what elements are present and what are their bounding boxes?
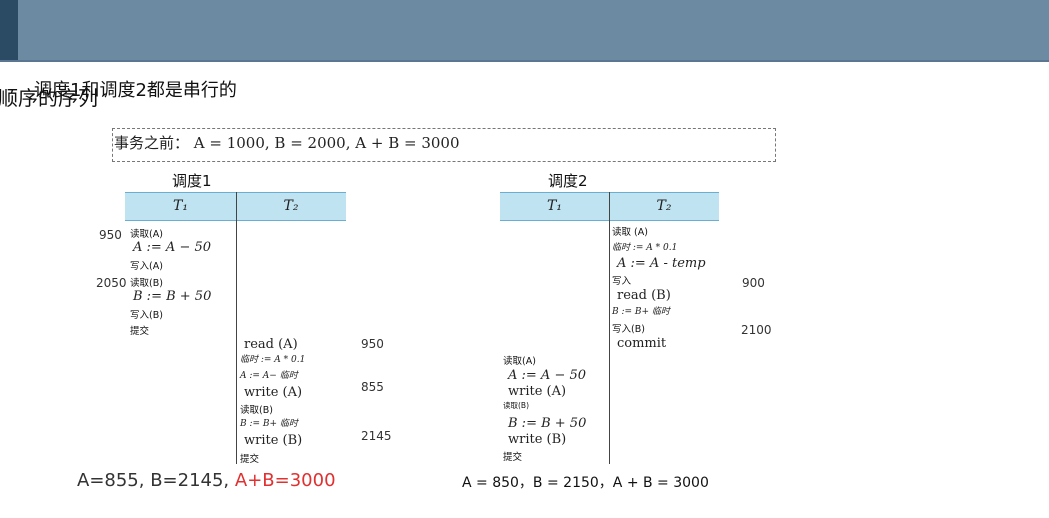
s2-t2-op: read (B) [617, 288, 671, 303]
header-accent-block [0, 0, 18, 60]
s2-t1-op: 读取(A) [503, 356, 536, 367]
schedule1-result: A=855, B=2145, A+B=3000 [77, 470, 336, 491]
schedule2-label: 调度2 [548, 172, 588, 190]
s1-t1-value: 2050 [96, 276, 127, 290]
s2-t2-op: 读取 (A) [612, 227, 648, 238]
s1-t2-op: read (A) [244, 337, 298, 352]
s1-t2-value: 2145 [361, 429, 392, 443]
s2-t2-op: 临时 := A * 0.1 [612, 243, 678, 253]
s1-t1-op: 提交 [130, 326, 150, 337]
before-transaction-text: 事务之前： A = 1000, B = 2000, A + B = 3000 [114, 134, 460, 152]
s2-t1-op: write (B) [508, 432, 567, 447]
s1-t2-value: 855 [361, 380, 384, 394]
s2-t2-op: A := A - temp [617, 256, 706, 271]
s1-t1-op: A := A − 50 [133, 240, 212, 255]
s1-t1-op: 写入(B) [130, 310, 163, 321]
s1-t1-op: 读取(B) [130, 278, 163, 289]
schedule2-column-divider [609, 192, 610, 464]
s1-t2-op: 临时 := A * 0.1 [240, 355, 306, 365]
schedule1-header-t1: T₁ [173, 198, 188, 214]
s2-t1-op: 读取(B) [503, 401, 529, 410]
s2-t2-op: 写入(B) [612, 324, 645, 335]
schedule1-result-sum: A+B=3000 [234, 470, 336, 491]
s1-t2-op: A := A− 临时 [240, 371, 298, 381]
s1-t2-op: write (B) [244, 433, 303, 448]
s1-t2-op: B := B+ 临时 [240, 419, 298, 429]
s2-t1-op: A := A − 50 [508, 368, 587, 383]
header-divider [0, 60, 1049, 62]
schedule1-column-divider [236, 192, 237, 464]
slide-title-overlay-b: 调度1和调度2都是串行的 [34, 80, 237, 101]
s1-t2-op: 读取(B) [240, 405, 273, 416]
schedule2-header-t1: T₁ [547, 198, 562, 214]
s2-t2-op: commit [617, 336, 667, 351]
s2-t2-op: B := B+ 临时 [612, 307, 670, 317]
s2-t2-op: 写入 [612, 276, 632, 287]
s2-t1-op: 提交 [503, 452, 523, 463]
s2-t1-op: B := B + 50 [508, 416, 587, 431]
slide-header-band [0, 0, 1049, 60]
schedule2-result: A = 850，B = 2150，A + B = 3000 [462, 475, 709, 491]
s2-t2-value: 2100 [741, 323, 772, 337]
s2-t1-op: write (A) [508, 384, 567, 399]
s1-t1-op: B := B + 50 [133, 289, 212, 304]
s1-t1-value: 950 [99, 228, 122, 242]
schedule1-result-values: A=855, B=2145, [77, 470, 230, 491]
s1-t2-op: 提交 [240, 454, 260, 465]
schedule1-label: 调度1 [172, 172, 212, 190]
s2-t2-value: 900 [742, 276, 765, 290]
schedule2-header-t2: T₂ [656, 198, 672, 214]
schedule1-header-t2: T₂ [283, 198, 299, 214]
s1-t1-op: 读取(A) [130, 229, 163, 240]
s1-t2-value: 950 [361, 337, 384, 351]
s1-t1-op: 写入(A) [130, 261, 163, 272]
s1-t2-op: write (A) [244, 385, 303, 400]
